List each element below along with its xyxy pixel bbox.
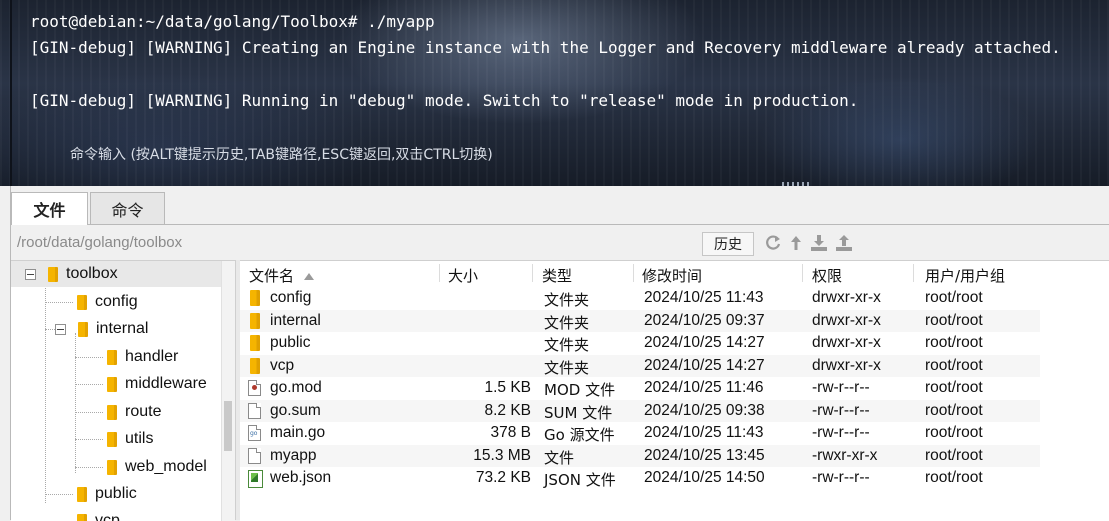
folder-icon <box>78 322 88 337</box>
file-list[interactable]: 文件名 大小 类型 修改时间 权限 用户/用户组 config 文件夹 2024… <box>240 260 1109 521</box>
refresh-icon[interactable] <box>764 234 782 252</box>
file-icon <box>248 403 261 419</box>
mod-file-icon <box>248 380 261 396</box>
file-list-header: 文件名 大小 类型 修改时间 权限 用户/用户组 <box>240 261 1109 285</box>
file-row-go-sum[interactable]: go.sum 8.2 KB SUM 文件 2024/10/25 09:38 -r… <box>240 400 1040 422</box>
go-file-icon <box>248 425 261 441</box>
terminal-line: [GIN-debug] [WARNING] Running in "debug"… <box>30 91 858 110</box>
file-row-public[interactable]: public 文件夹 2024/10/25 14:27 drwxr-xr-x r… <box>240 332 1040 354</box>
column-header-owner[interactable]: 用户/用户组 <box>925 265 1005 286</box>
path-input[interactable]: /root/data/golang/toolbox <box>17 234 182 251</box>
tree-scrollbar[interactable] <box>221 261 235 521</box>
folder-icon <box>77 487 87 502</box>
folder-icon <box>48 267 58 282</box>
tree-item-vcp[interactable]: vcp <box>77 508 120 521</box>
tree-item-utils[interactable]: utils <box>107 426 153 452</box>
tab-bar: 文件 命令 <box>11 192 1109 225</box>
file-manager-pane: 文件 命令 /root/data/golang/toolbox 历史 <box>10 186 1109 520</box>
collapse-icon[interactable] <box>25 269 36 280</box>
file-icon <box>248 448 261 464</box>
column-header-type[interactable]: 类型 <box>542 265 572 286</box>
file-row-internal[interactable]: internal 文件夹 2024/10/25 09:37 drwxr-xr-x… <box>240 310 1040 332</box>
file-row-config[interactable]: config 文件夹 2024/10/25 11:43 drwxr-xr-x r… <box>240 287 1040 309</box>
directory-tree[interactable]: toolbox config internal handler middlewa… <box>11 260 235 521</box>
folder-icon <box>107 350 117 365</box>
tree-scrollbar-thumb[interactable] <box>224 401 232 451</box>
up-icon[interactable] <box>787 234 805 252</box>
folder-icon <box>107 432 117 447</box>
file-row-go-mod[interactable]: go.mod 1.5 KB MOD 文件 2024/10/25 11:46 -r… <box>240 377 1040 399</box>
column-header-permissions[interactable]: 权限 <box>812 265 842 286</box>
collapse-icon[interactable] <box>55 324 66 335</box>
terminal-line: root@debian:~/data/golang/Toolbox# ./mya… <box>30 12 435 31</box>
tree-item-middleware[interactable]: middleware <box>107 371 207 397</box>
folder-icon <box>107 377 117 392</box>
column-header-modified[interactable]: 修改时间 <box>642 265 702 286</box>
download-icon[interactable] <box>810 234 828 252</box>
file-row-main-go[interactable]: main.go 378 B Go 源文件 2024/10/25 11:43 -r… <box>240 422 1040 444</box>
column-header-size[interactable]: 大小 <box>448 265 478 286</box>
folder-icon <box>250 358 260 374</box>
folder-icon <box>107 460 117 475</box>
path-bar: /root/data/golang/toolbox 历史 <box>11 225 1109 259</box>
file-row-vcp[interactable]: vcp 文件夹 2024/10/25 14:27 drwxr-xr-x root… <box>240 355 1040 377</box>
folder-icon <box>250 335 260 351</box>
tree-item-handler[interactable]: handler <box>107 344 178 370</box>
tree-item-route[interactable]: route <box>107 399 161 425</box>
tab-files[interactable]: 文件 <box>11 192 88 225</box>
tree-item-web-model[interactable]: web_model <box>107 454 207 480</box>
sort-ascending-icon <box>304 273 314 280</box>
folder-icon <box>107 405 117 420</box>
column-header-name[interactable]: 文件名 <box>249 265 314 286</box>
terminal-panel[interactable]: root@debian:~/data/golang/Toolbox# ./mya… <box>0 0 1109 186</box>
file-row-web-json[interactable]: web.json 73.2 KB JSON 文件 2024/10/25 14:5… <box>240 467 1040 489</box>
terminal-line: [GIN-debug] [WARNING] Creating an Engine… <box>30 38 1061 57</box>
command-input[interactable]: 命令输入 (按ALT键提示历史,TAB键路径,ESC键返回,双击CTRL切换) <box>70 144 493 164</box>
tree-item-toolbox[interactable]: toolbox <box>11 261 235 287</box>
tree-item-config[interactable]: config <box>77 289 138 315</box>
tree-item-internal[interactable]: internal <box>55 316 148 342</box>
terminal-border <box>10 0 12 186</box>
tree-item-public[interactable]: public <box>77 481 137 507</box>
folder-icon <box>250 313 260 329</box>
folder-icon <box>77 295 87 310</box>
file-row-myapp[interactable]: myapp 15.3 MB 文件 2024/10/25 13:45 -rwxr-… <box>240 445 1040 467</box>
history-button[interactable]: 历史 <box>702 232 754 256</box>
tab-commands[interactable]: 命令 <box>90 192 165 224</box>
folder-icon <box>250 290 260 306</box>
json-file-icon <box>248 470 263 488</box>
upload-icon[interactable] <box>835 234 853 252</box>
